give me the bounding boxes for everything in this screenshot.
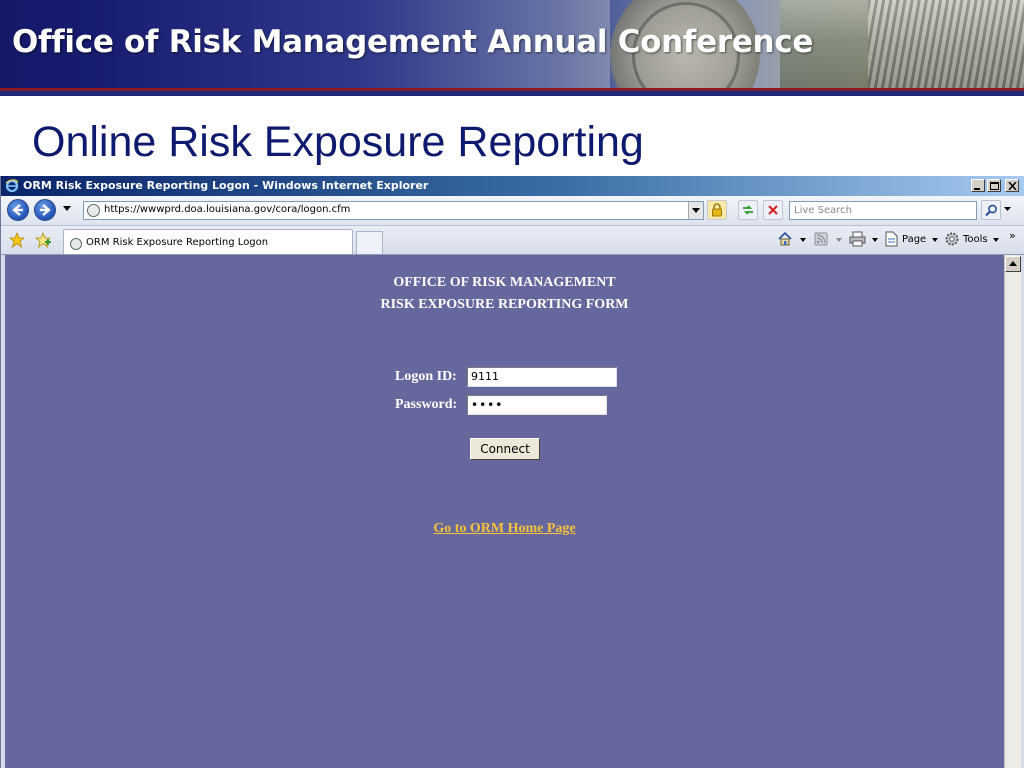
form-subheading: RISK EXPOSURE REPORTING FORM <box>380 297 629 312</box>
minimize-icon <box>974 188 980 190</box>
search-input[interactable]: Live Search <box>789 201 977 220</box>
password-label: Password: <box>395 397 458 412</box>
page-icon <box>70 238 82 250</box>
feeds-icon[interactable] <box>813 231 829 247</box>
browser-window: ORM Risk Exposure Reporting Logon - Wind… <box>0 176 1024 768</box>
ie-logo-icon <box>5 179 19 193</box>
security-lock-button[interactable] <box>707 200 727 220</box>
scroll-up-button[interactable] <box>1005 256 1021 272</box>
chevron-down-icon[interactable] <box>932 238 938 242</box>
maximize-button[interactable] <box>987 179 1001 192</box>
slide-header-banner: Office of Risk Management Annual Confere… <box>0 0 1024 88</box>
chevron-down-icon[interactable] <box>800 238 806 242</box>
page-menu-icon[interactable] <box>884 231 899 247</box>
add-favorite-icon[interactable] <box>35 232 51 248</box>
search-dropdown-icon[interactable] <box>1004 207 1011 211</box>
back-button[interactable] <box>7 199 29 221</box>
search-icon <box>985 204 997 217</box>
slide-title: Online Risk Exposure Reporting <box>32 118 644 166</box>
refresh-icon <box>743 205 753 215</box>
orm-home-link[interactable]: Go to ORM Home Page <box>5 521 1004 537</box>
toolbar-overflow-icon[interactable]: » <box>1009 229 1016 242</box>
search-button[interactable] <box>981 200 1001 220</box>
connect-button[interactable]: Connect <box>470 438 540 460</box>
password-input[interactable]: •••• <box>467 395 607 415</box>
logon-id-label: Logon ID: <box>395 369 457 384</box>
chevron-down-icon <box>692 208 700 213</box>
forward-icon <box>40 204 51 216</box>
chevron-down-icon[interactable] <box>993 238 999 242</box>
stop-button[interactable] <box>763 200 783 220</box>
address-dropdown-button[interactable] <box>688 202 703 219</box>
stop-icon <box>768 205 778 215</box>
tab-orm-logon[interactable]: ORM Risk Exposure Reporting Logon <box>63 229 353 254</box>
page-content: OFFICE OF RISK MANAGEMENT RISK EXPOSURE … <box>5 255 1004 768</box>
back-icon <box>12 204 23 216</box>
tab-label: ORM Risk Exposure Reporting Logon <box>86 237 269 248</box>
highway-traffic-image <box>868 0 1024 88</box>
tab-bar: ORM Risk Exposure Reporting Logon Page T… <box>1 226 1024 255</box>
maximize-icon <box>990 182 999 190</box>
close-icon <box>1008 182 1017 190</box>
window-title: ORM Risk Exposure Reporting Logon - Wind… <box>23 179 429 192</box>
page-icon <box>87 204 100 217</box>
refresh-button[interactable] <box>738 200 758 220</box>
history-dropdown-icon[interactable] <box>63 206 71 211</box>
lock-icon <box>712 203 722 217</box>
home-icon[interactable] <box>777 231 793 247</box>
chevron-down-icon[interactable] <box>836 238 842 242</box>
close-button[interactable] <box>1005 179 1019 192</box>
scroll-up-icon <box>1009 261 1017 266</box>
navigation-bar: https://wwwprd.doa.louisiana.gov/cora/lo… <box>1 196 1024 226</box>
chevron-down-icon[interactable] <box>872 238 878 242</box>
minimize-button[interactable] <box>971 179 985 192</box>
tools-gear-icon[interactable] <box>944 231 960 247</box>
address-bar[interactable]: https://wwwprd.doa.louisiana.gov/cora/lo… <box>83 201 704 220</box>
forward-button[interactable] <box>34 199 56 221</box>
favorites-star-icon[interactable] <box>9 232 25 248</box>
window-titlebar[interactable]: ORM Risk Exposure Reporting Logon - Wind… <box>1 176 1024 196</box>
conference-title: Office of Risk Management Annual Confere… <box>12 24 814 60</box>
tools-menu[interactable]: Tools <box>963 234 988 245</box>
new-tab-button[interactable] <box>356 231 383 254</box>
logon-id-input[interactable]: 9111 <box>467 367 617 387</box>
search-placeholder: Live Search <box>794 205 852 216</box>
print-icon[interactable] <box>849 231 866 247</box>
header-divider <box>0 91 1024 96</box>
address-url: https://wwwprd.doa.louisiana.gov/cora/lo… <box>104 204 351 215</box>
page-menu[interactable]: Page <box>902 234 926 245</box>
form-heading: OFFICE OF RISK MANAGEMENT <box>393 275 616 290</box>
vertical-scrollbar[interactable] <box>1004 255 1021 768</box>
